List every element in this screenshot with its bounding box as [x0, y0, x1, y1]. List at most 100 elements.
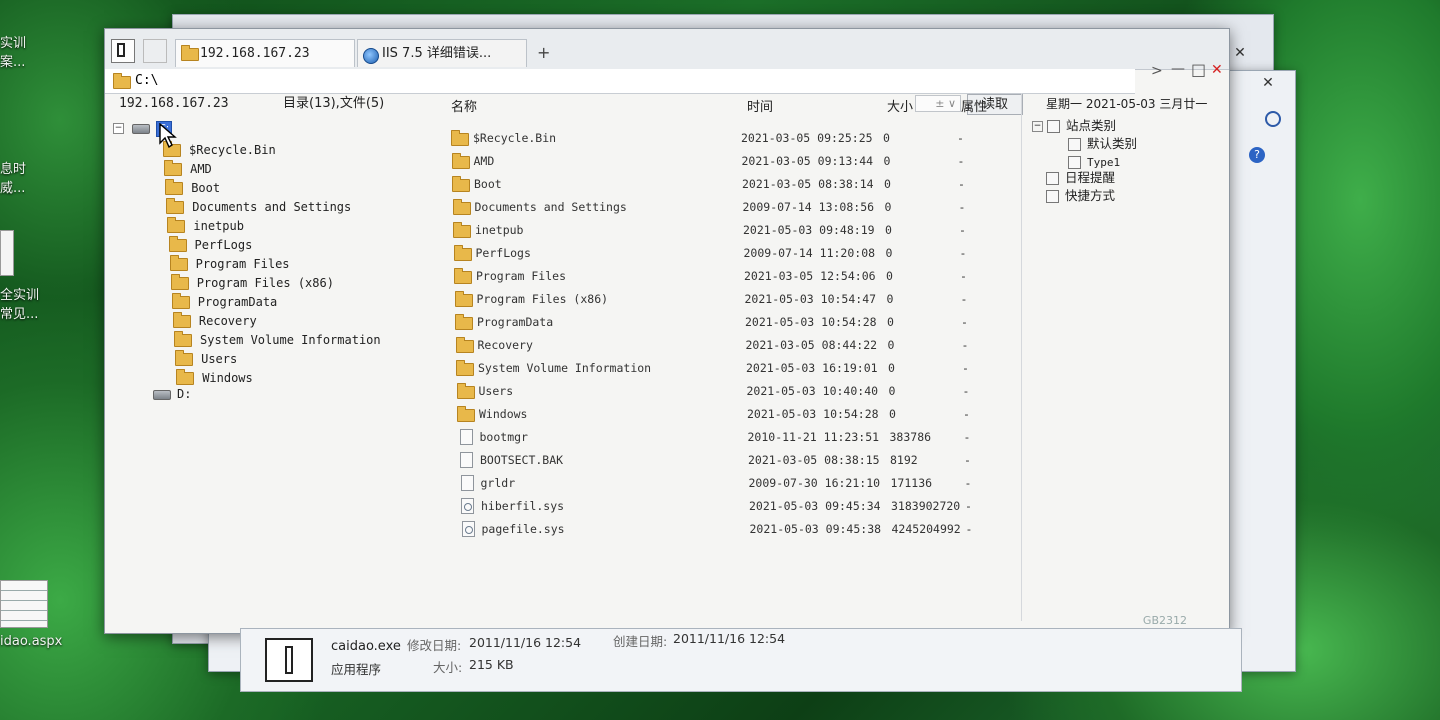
- tab-host[interactable]: 192.168.167.23: [175, 39, 355, 67]
- schedule-node[interactable]: 日程提醒: [1046, 169, 1115, 187]
- tree-folder-item[interactable]: Recovery: [172, 312, 257, 331]
- file-attr: -: [960, 292, 968, 306]
- file-attr: -: [965, 499, 972, 513]
- file-icon: [460, 475, 474, 491]
- site-category-node[interactable]: − 站点类别: [1032, 117, 1116, 135]
- file-attr: -: [962, 361, 969, 375]
- tree-folder-item[interactable]: AMD: [164, 160, 212, 179]
- drive-icon: [132, 123, 150, 134]
- collapse-icon[interactable]: −: [1032, 121, 1043, 132]
- main-window: 192.168.167.23 IIS 7.5 详细错误... + > — □ ✕…: [104, 28, 1230, 634]
- details-filename: caidao.exe: [331, 639, 401, 654]
- address-path[interactable]: C:\: [135, 69, 158, 93]
- folder-icon: [168, 236, 187, 252]
- collapse-icon[interactable]: −: [113, 123, 124, 134]
- background-close-icon-2[interactable]: ✕: [1251, 73, 1285, 93]
- file-time: 2021-05-03 10:54:47: [744, 292, 877, 306]
- tree-folder-item[interactable]: PerfLogs: [168, 236, 253, 255]
- desktop-icon-1-label[interactable]: 实训 案...: [0, 34, 26, 72]
- shortcut-label: 快捷方式: [1065, 188, 1116, 203]
- folder-icon: [453, 245, 472, 261]
- desktop-icon-2-label[interactable]: 息时 威...: [0, 160, 26, 198]
- file-name: System Volume Information: [478, 361, 652, 375]
- desktop-icon-4-label[interactable]: idao.aspx: [0, 632, 62, 651]
- file-attr: -: [957, 154, 965, 168]
- tree-folder-item[interactable]: System Volume Information: [174, 331, 381, 350]
- file-name: grldr: [480, 476, 516, 490]
- address-bar[interactable]: C:\: [105, 69, 1135, 94]
- shortcut-node[interactable]: 快捷方式: [1046, 187, 1115, 205]
- details-size-value: 215 KB: [469, 657, 514, 672]
- header-size[interactable]: 大小: [887, 97, 913, 119]
- file-time: 2009-07-14 11:20:08: [743, 246, 876, 260]
- tree-folder-label: Program Files (x86): [196, 276, 334, 290]
- folder-icon: [172, 312, 191, 328]
- desktop-icon-3-label[interactable]: 全实训 常见...: [0, 286, 39, 324]
- tree-folder-item[interactable]: $Recycle.Bin: [163, 141, 276, 160]
- tree-folder-label: ProgramData: [197, 295, 278, 309]
- folder-icon: [456, 383, 475, 399]
- window-menu-icon[interactable]: [111, 39, 135, 63]
- right-panel: 星期一 2021-05-03 三月廿一 − 站点类别 默认类别 Type1 日程提…: [1021, 93, 1228, 621]
- folder-icon: [451, 153, 470, 169]
- file-size: 0: [889, 407, 896, 421]
- background-help-icon[interactable]: ?: [1249, 147, 1265, 163]
- file-icon: [460, 452, 473, 468]
- file-size: 0: [884, 200, 892, 214]
- default-category-node[interactable]: 默认类别: [1068, 135, 1137, 153]
- header-time[interactable]: 时间: [747, 97, 773, 119]
- folder-icon: [453, 222, 471, 238]
- sort-selector[interactable]: ± ∨: [915, 95, 961, 112]
- folder-icon: [455, 314, 473, 330]
- file-time: 2021-05-03 10:40:40: [746, 384, 879, 398]
- tree-folder-item[interactable]: Users: [175, 350, 237, 369]
- file-size: 383786: [889, 430, 932, 444]
- folder-icon: [454, 268, 472, 284]
- file-icon: [459, 429, 473, 445]
- tree-folder-item[interactable]: Boot: [165, 179, 220, 198]
- new-tab-button[interactable]: +: [537, 43, 550, 62]
- file-time: 2021-03-05 12:54:06: [744, 269, 876, 283]
- category-icon: [1068, 138, 1081, 151]
- tree-folder-item[interactable]: ProgramData: [171, 293, 278, 312]
- minimize-button[interactable]: —: [1171, 61, 1185, 77]
- folder-icon: [452, 199, 471, 215]
- tree-folder-item[interactable]: Program Files (x86): [170, 274, 334, 293]
- file-size: 0: [887, 338, 895, 352]
- file-name: inetpub: [475, 223, 524, 237]
- schedule-icon: [1046, 172, 1059, 185]
- header-attr[interactable]: 属性: [961, 97, 987, 119]
- tree-folder-item[interactable]: inetpub: [167, 217, 244, 236]
- blank-tab-icon[interactable]: [143, 39, 167, 63]
- folder-icon: [176, 369, 195, 385]
- folder-icon: [113, 73, 131, 89]
- folder-icon: [451, 130, 469, 146]
- close-button[interactable]: ✕: [1211, 62, 1223, 78]
- tab-iis-error[interactable]: IIS 7.5 详细错误...: [357, 39, 527, 67]
- file-size: 0: [886, 292, 894, 306]
- file-time: 2021-05-03 09:48:19: [743, 223, 875, 237]
- globe-icon: [363, 48, 379, 64]
- tree-drive-d[interactable]: D:: [153, 385, 191, 404]
- encoding-status[interactable]: GB2312: [1143, 614, 1187, 627]
- tree-folder-label: PerfLogs: [194, 238, 253, 252]
- forward-button[interactable]: >: [1151, 63, 1163, 79]
- file-attr: -: [963, 407, 970, 421]
- tree-folder-item[interactable]: Program Files: [169, 255, 290, 274]
- file-time: 2021-05-03 10:54:28: [747, 407, 879, 421]
- file-size: 0: [883, 131, 890, 145]
- tree-folder-item[interactable]: Documents and Settings: [166, 198, 351, 217]
- details-size-label: 大小:: [433, 660, 463, 675]
- file-name: bootmgr: [479, 430, 528, 444]
- system-file-icon: [461, 521, 475, 537]
- file-size: 0: [883, 154, 891, 168]
- tree-folder-label: Users: [201, 352, 238, 366]
- tab-iis-error-label: IIS 7.5 详细错误...: [382, 46, 492, 61]
- folder-icon: [456, 360, 474, 376]
- background-search-icon[interactable]: [1265, 111, 1281, 127]
- details-modified-value: 2011/11/16 12:54: [469, 635, 582, 650]
- maximize-button[interactable]: □: [1191, 60, 1206, 79]
- category-icon: [1047, 120, 1060, 133]
- tree-folder-label: Documents and Settings: [192, 200, 352, 214]
- header-name[interactable]: 名称: [451, 97, 477, 119]
